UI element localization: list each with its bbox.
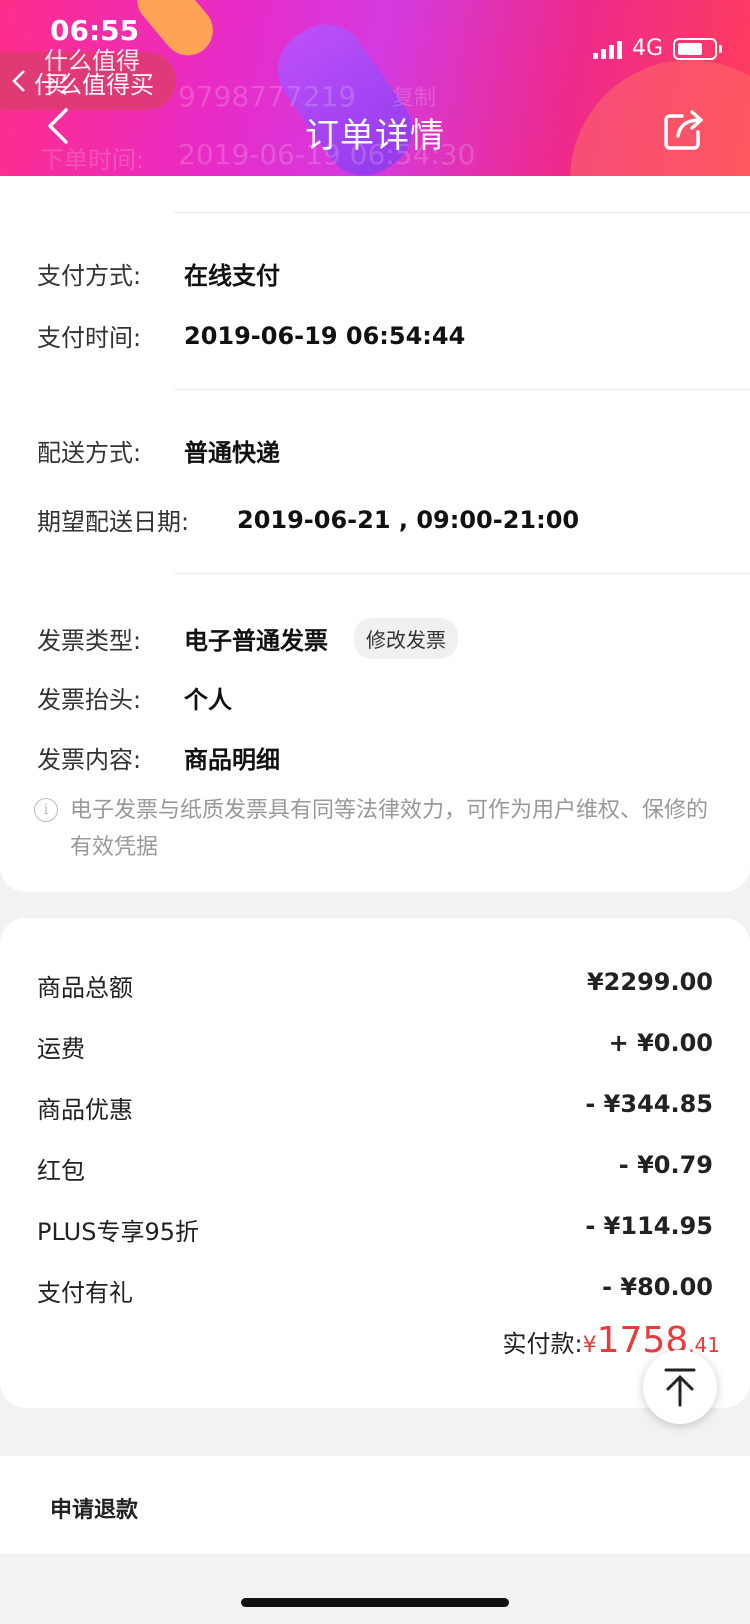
summary-row: 运费 + ¥0.00: [37, 1029, 713, 1064]
summary-row: 支付有礼 - ¥80.00: [37, 1273, 713, 1308]
invoice-header-label: 发票抬头:: [37, 686, 142, 714]
invoice-header-value: 个人: [184, 686, 232, 714]
invoice-header-row: 发票抬头: 个人: [37, 680, 232, 715]
summary-row-amount: + ¥0.00: [608, 1029, 713, 1057]
summary-row-amount: - ¥0.79: [618, 1151, 713, 1179]
signal-icon: [592, 39, 622, 59]
invoice-note: i 电子发票与纸质发票具有同等法律效力，可作为用户维权、保修的有效凭据: [34, 792, 714, 866]
invoice-type-label: 发票类型:: [37, 627, 142, 655]
delivery-method-label: 配送方式:: [37, 439, 142, 467]
summary-row-label: 商品优惠: [37, 1096, 133, 1124]
invoice-type-row: 发票类型: 电子普通发票 修改发票: [37, 618, 458, 659]
delivery-date-row: 期望配送日期: 2019-06-21 , 09:00-21:00: [37, 502, 579, 537]
payment-time-row: 支付时间: 2019-06-19 06:54:44: [37, 318, 465, 353]
paid-currency: ¥: [582, 1333, 597, 1358]
bottom-action-bar: 申请退款: [0, 1456, 750, 1554]
header: 9798777219 复制 下单时间: 2019-06-19 06:54:30 …: [0, 0, 750, 176]
invoice-content-label: 发票内容:: [37, 746, 142, 774]
divider: [174, 212, 750, 213]
summary-row: PLUS专享95折 - ¥114.95: [37, 1212, 713, 1247]
invoice-content-row: 发票内容: 商品明细: [37, 740, 280, 775]
invoice-type-value: 电子普通发票: [184, 627, 328, 655]
summary-row-label: 红包: [37, 1157, 85, 1185]
payment-method-row: 支付方式: 在线支付: [37, 256, 280, 291]
return-app-label-shadow: 什么值得买: [44, 47, 140, 99]
info-icon: i: [34, 798, 58, 822]
page-title: 订单详情: [305, 116, 445, 156]
payment-method-value: 在线支付: [184, 262, 280, 290]
summary-row-label: PLUS专享95折: [37, 1218, 199, 1246]
chevron-left-icon: [12, 70, 25, 92]
summary-row: 红包 - ¥0.79: [37, 1151, 713, 1186]
invoice-note-text: 电子发票与纸质发票具有同等法律效力，可作为用户维权、保修的有效凭据: [70, 798, 709, 860]
apply-refund-button[interactable]: 申请退款: [50, 1492, 138, 1524]
payment-time-value: 2019-06-19 06:54:44: [184, 321, 466, 350]
payment-method-label: 支付方式:: [37, 262, 142, 290]
summary-row-amount: - ¥114.95: [585, 1212, 713, 1240]
home-indicator[interactable]: [241, 1598, 509, 1607]
delivery-date-value: 2019-06-21 , 09:00-21:00: [237, 505, 580, 534]
battery-icon: [673, 37, 717, 60]
summary-row: 商品总额 ¥2299.00: [37, 968, 713, 1003]
divider: [174, 389, 750, 390]
network-type: 4G: [631, 36, 663, 61]
delivery-method-value: 普通快递: [184, 439, 280, 467]
delivery-method-row: 配送方式: 普通快递: [37, 433, 280, 468]
invoice-content-value: 商品明细: [184, 746, 280, 774]
summary-row-amount: - ¥344.85: [585, 1090, 713, 1118]
summary-row-label: 商品总额: [37, 974, 133, 1002]
share-button[interactable]: [662, 108, 706, 152]
delivery-date-label: 期望配送日期:: [37, 508, 190, 536]
divider: [174, 573, 750, 574]
share-icon: [664, 110, 703, 150]
summary-row-label: 支付有礼: [37, 1279, 133, 1307]
summary-row-label: 运费: [37, 1035, 85, 1063]
payment-time-label: 支付时间:: [37, 324, 142, 352]
status-indicators: 4G: [592, 36, 722, 61]
battery-tip: [719, 44, 722, 53]
return-to-app-button[interactable]: 什么值得买 什么值得买: [0, 47, 176, 110]
modify-invoice-button[interactable]: 修改发票: [354, 618, 458, 659]
summary-row: 商品优惠 - ¥344.85: [37, 1090, 713, 1125]
status-time: 06:55: [50, 14, 140, 47]
summary-row-amount: - ¥80.00: [602, 1273, 713, 1301]
scroll-to-top-button[interactable]: [643, 1350, 717, 1424]
summary-row-amount: ¥2299.00: [586, 968, 713, 996]
paid-label: 实付款:: [502, 1330, 583, 1358]
arrow-up-icon: [664, 1368, 696, 1407]
